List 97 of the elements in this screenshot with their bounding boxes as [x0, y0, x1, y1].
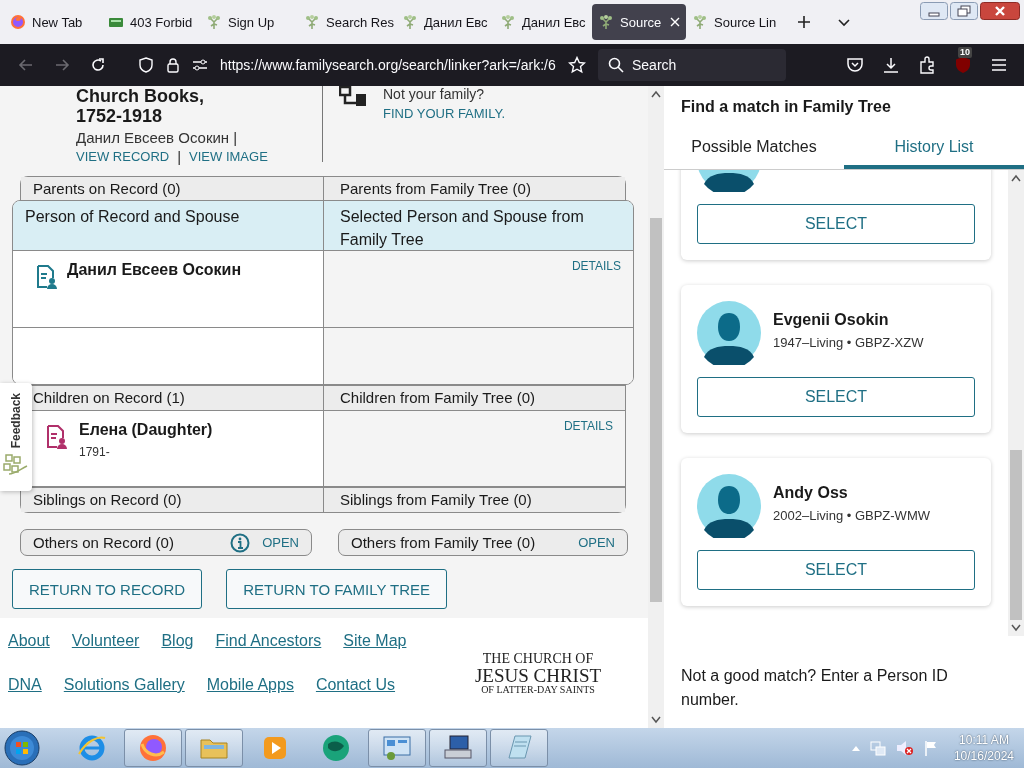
footer-link[interactable]: About	[8, 632, 50, 650]
scroll-up-icon[interactable]	[651, 90, 661, 98]
info-icon[interactable]	[230, 532, 251, 553]
help-text: Not a good match? Enter a Person ID number.	[680, 666, 949, 710]
tree-icon	[206, 14, 222, 30]
browser-tab[interactable]: Search Res	[298, 4, 396, 40]
close-icon[interactable]	[980, 2, 1020, 20]
tree-icon	[402, 14, 418, 30]
firefox-icon	[137, 732, 169, 764]
details-link[interactable]: DETAILS	[563, 419, 613, 433]
return-button[interactable]: RETURN TO FAMILY TREE	[226, 569, 448, 609]
prompt-text: Not your family?	[383, 86, 486, 102]
scroll-down-icon[interactable]	[651, 716, 661, 724]
panel-title: Find a match in Family Tree	[680, 97, 892, 117]
footer-link[interactable]: Solutions Gallery	[63, 676, 185, 694]
search-icon	[608, 57, 624, 73]
address-bar-url[interactable]: https://www.familysearch.org/search/linker?ark=/ark:/6	[220, 57, 556, 73]
tree-icon	[500, 14, 516, 30]
footer-link[interactable]: Volunteer	[71, 632, 140, 650]
taskbar-button[interactable]	[429, 729, 487, 767]
section-header: Selected Person and Spouse from Family Tree	[339, 207, 585, 250]
person-details: 2002–Living • GBPZ-WMW	[773, 508, 930, 523]
person-name: Evgenii Osokin	[773, 311, 890, 329]
record-title: 1752-1918	[76, 106, 164, 126]
scrollbar[interactable]	[1008, 170, 1024, 636]
firefox-icon	[10, 14, 26, 30]
tree-icon	[692, 14, 708, 30]
restore-icon[interactable]	[950, 2, 978, 20]
browser-tab[interactable]: Source Lin	[686, 4, 784, 40]
scroll-up-icon[interactable]	[1011, 174, 1021, 182]
reload-icon[interactable]	[90, 57, 106, 73]
link[interactable]: VIEW RECORD	[76, 149, 170, 164]
church-logo-text: THE CHURCH OF	[481, 652, 595, 666]
church-logo-text: JESUS CHRIST	[473, 666, 603, 685]
church-logo-text: OF LATTER-DAY SAINTS	[480, 685, 596, 695]
feedback-tab[interactable]: Feedback	[0, 383, 32, 491]
browser-tab[interactable]: 403 Forbid	[102, 4, 200, 40]
scroll-down-icon[interactable]	[1011, 624, 1021, 632]
browser-tab[interactable]: Source	[592, 4, 686, 40]
browser-tab[interactable]: Данил Евс	[396, 4, 494, 40]
tree-icon	[304, 14, 320, 30]
shield-icon[interactable]	[138, 57, 154, 73]
link[interactable]: VIEW IMAGE	[189, 149, 268, 164]
section-header: Parents from Family Tree (0)	[339, 179, 532, 199]
person-details: 1947–Living • GBPZ-XZW	[773, 335, 924, 350]
person-name: Данил Евсеев Осокин |	[76, 128, 239, 148]
avatar-silhouette-icon	[697, 474, 761, 538]
section-header: Children from Family Tree (0)	[339, 388, 537, 408]
browser-tab[interactable]: Данил Евс	[494, 4, 592, 40]
plus-icon[interactable]	[797, 15, 811, 29]
person-name: Andy Oss	[773, 484, 849, 502]
start-button-icon[interactable]	[2, 728, 42, 768]
puzzle-icon[interactable]	[918, 56, 936, 74]
pocket-icon[interactable]	[846, 56, 864, 74]
open-link[interactable]: OPEN	[262, 535, 299, 550]
open-link[interactable]: OPEN	[578, 535, 615, 550]
download-icon[interactable]	[882, 56, 900, 74]
section-label: Others on Record (0)	[33, 534, 175, 551]
permissions-icon[interactable]	[192, 57, 208, 73]
footer-link[interactable]: Contact Us	[315, 676, 396, 694]
return-button[interactable]: RETURN TO RECORD	[12, 569, 203, 609]
collapsible-section[interactable]: Others from Family Tree (0) OPEN	[338, 529, 628, 556]
minimize-icon[interactable]	[920, 2, 948, 20]
forward-arrow-icon[interactable]	[54, 57, 70, 73]
footer-link[interactable]: Find Ancestors	[215, 632, 322, 650]
star-icon[interactable]	[568, 56, 586, 74]
scrollbar[interactable]	[648, 86, 664, 728]
search-field[interactable]: Search	[598, 49, 786, 81]
footer-link[interactable]: DNA	[8, 676, 42, 694]
life-dates: 1791-	[79, 445, 111, 459]
details-link[interactable]: DETAILS	[571, 259, 621, 273]
menu-icon[interactable]	[990, 56, 1008, 74]
record-title: Church Books,	[76, 86, 205, 106]
avatar-silhouette-icon	[697, 301, 761, 365]
select-button[interactable]: SELECT	[697, 377, 975, 417]
section-header: Siblings from Family Tree (0)	[339, 490, 533, 510]
link[interactable]: FIND YOUR FAMILY.	[383, 106, 506, 121]
browser-tab[interactable]: Sign Up	[200, 4, 298, 40]
section-header: Person of Record and Spouse	[13, 201, 324, 250]
select-button[interactable]: SELECT	[697, 550, 975, 590]
tab[interactable]: Possible Matches	[664, 128, 844, 169]
globe-icon	[320, 732, 352, 764]
tree-icon	[598, 14, 614, 30]
lock-icon[interactable]	[166, 57, 180, 73]
select-button[interactable]: SELECT	[697, 204, 975, 244]
notification-badge: 10	[958, 47, 972, 58]
section-label: Others from Family Tree (0)	[351, 534, 537, 551]
footer-link[interactable]: Blog	[161, 632, 194, 650]
person-name[interactable]: Елена (Daughter)	[79, 421, 213, 439]
back-arrow-icon[interactable]	[18, 57, 34, 73]
collapsible-section[interactable]: Others on Record (0) OPEN	[20, 529, 312, 556]
person-name[interactable]: Данил Евсеев Осокин	[67, 261, 242, 279]
speaker-muted-icon[interactable]	[895, 740, 914, 756]
footer-link[interactable]: Site Map	[343, 632, 407, 650]
separator: |	[177, 148, 182, 165]
footer-link[interactable]: Mobile Apps	[206, 676, 294, 694]
browser-tab[interactable]: New Tab	[4, 4, 102, 40]
